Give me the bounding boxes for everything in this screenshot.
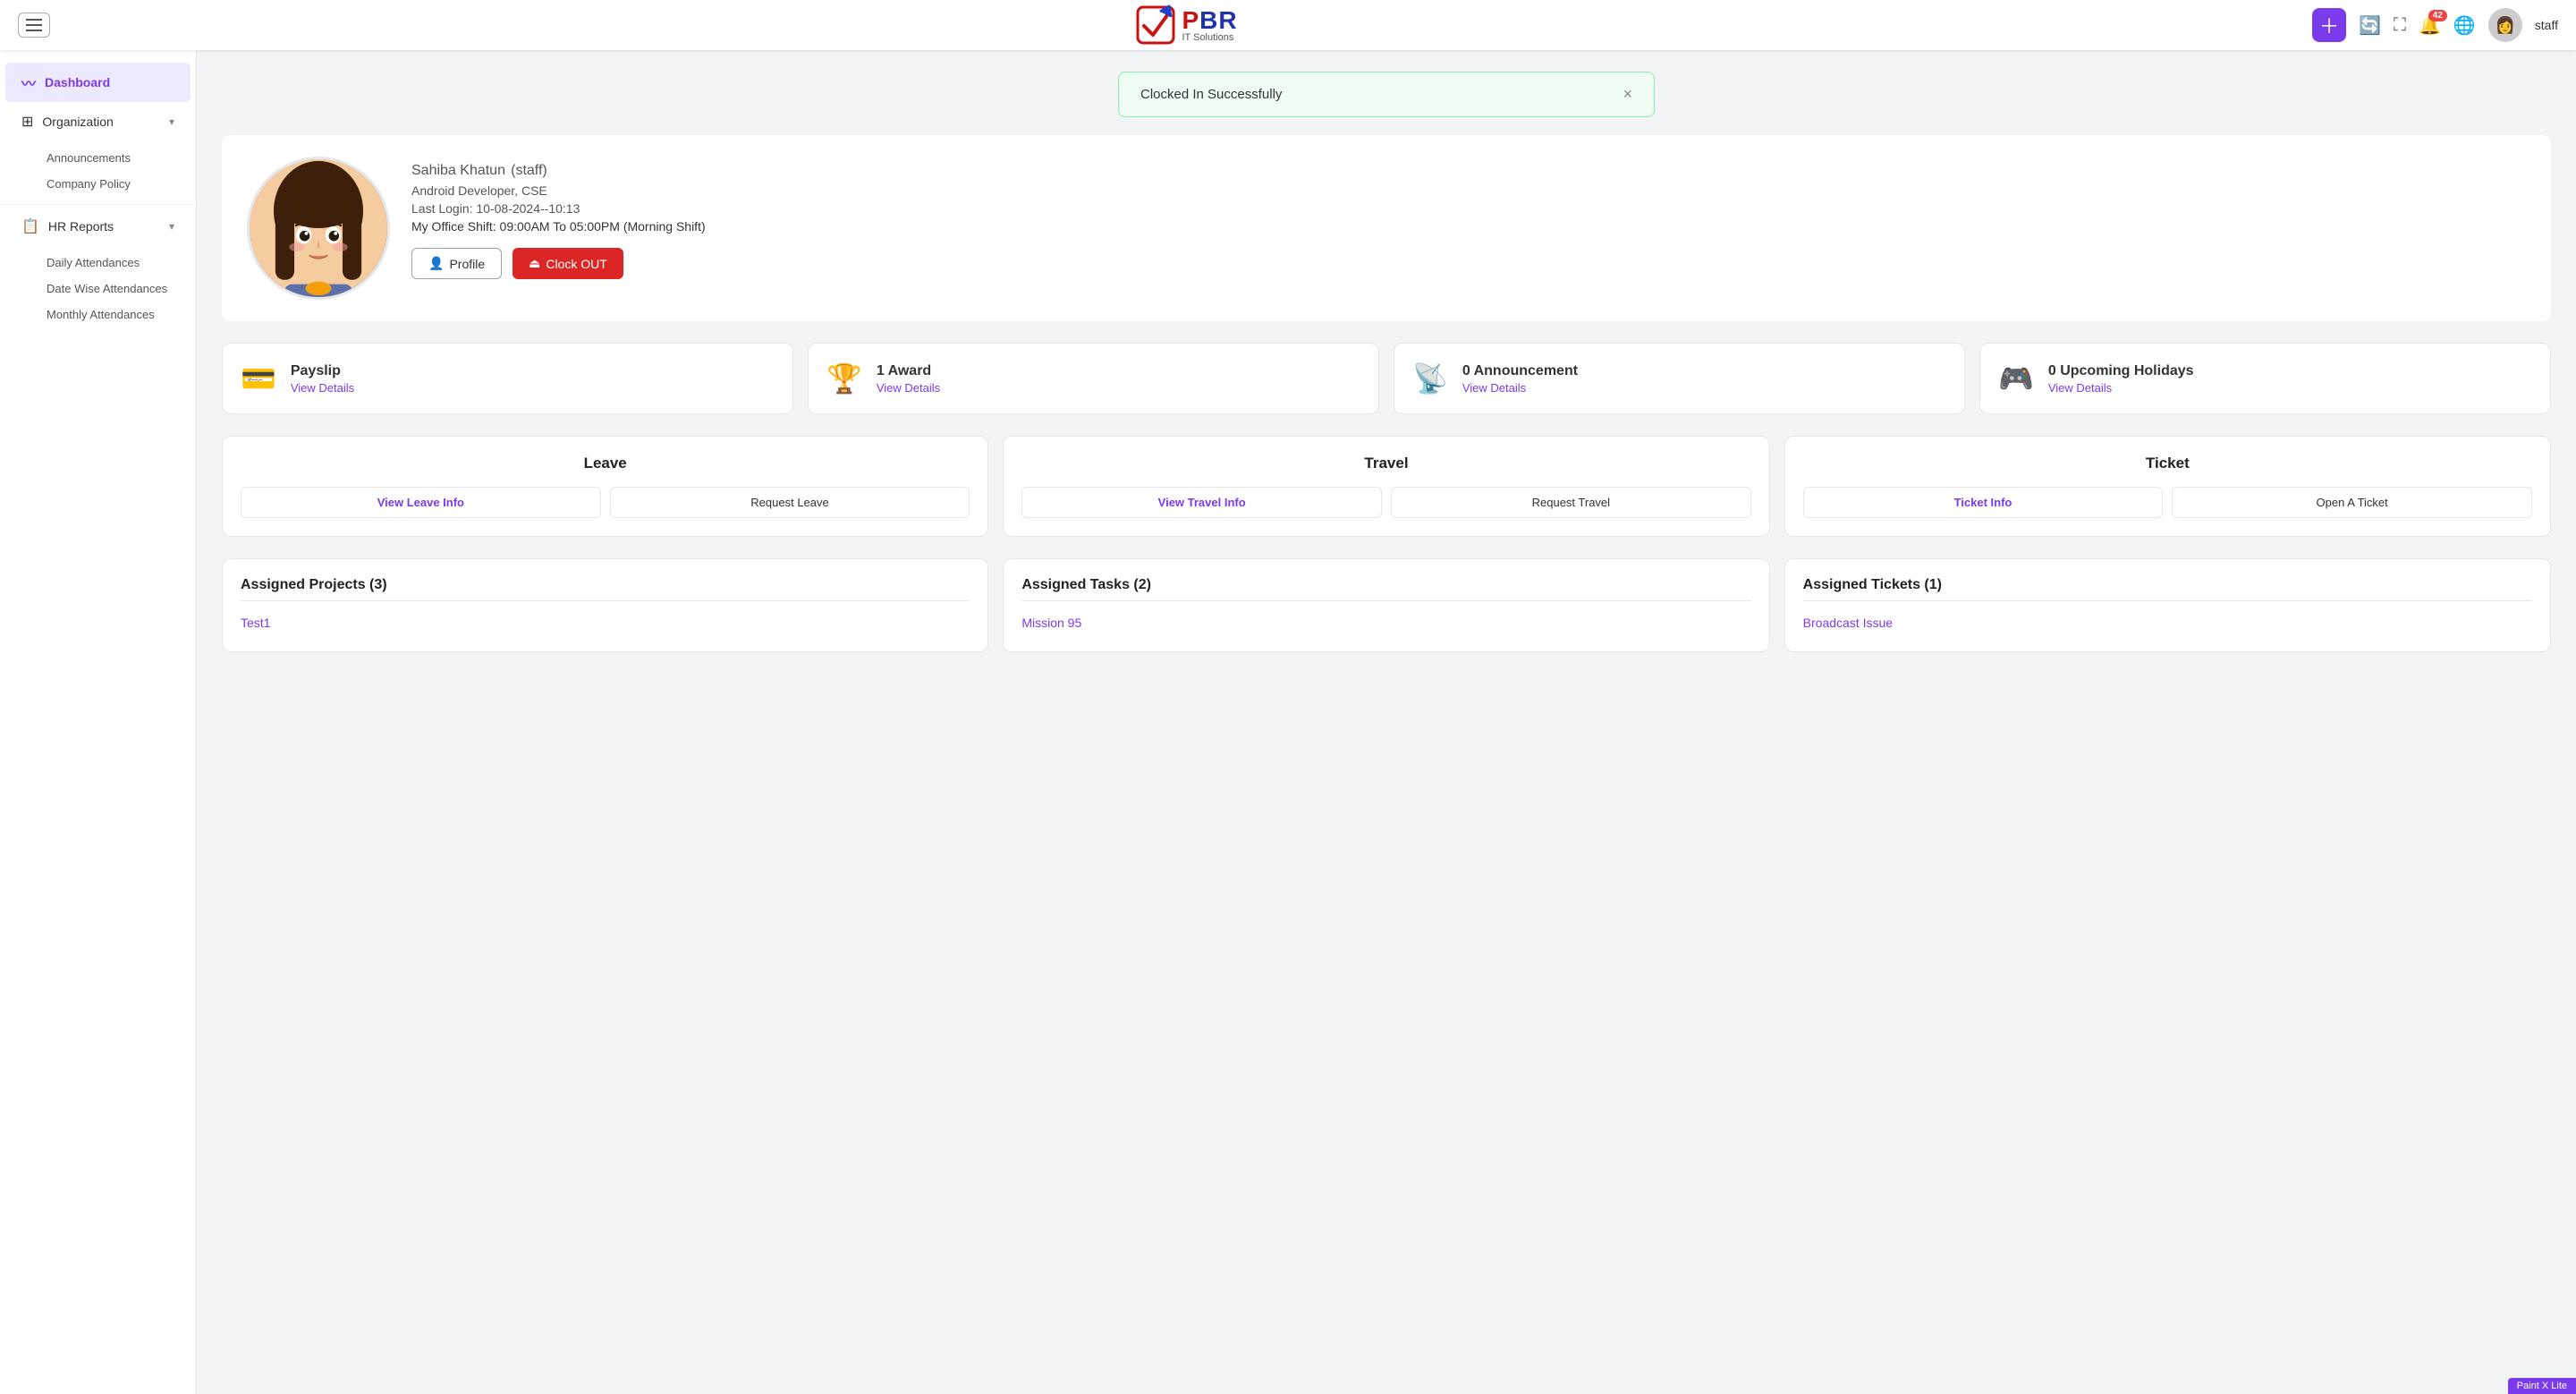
toast-notification: Clocked In Successfully × [1118,72,1655,117]
stat-card-payslip: 💳 Payslip View Details [222,343,793,414]
clockout-button[interactable]: ⏏ Clock OUT [513,248,623,279]
logo-icon [1135,4,1176,46]
action-title-travel: Travel [1021,455,1750,472]
stat-link-award[interactable]: View Details [877,381,940,395]
dashboard-icon: 〰 [21,72,36,93]
sidebar-label-dashboard: Dashboard [45,75,110,89]
stat-label-award: 1 Award [877,363,940,379]
action-btn1-ticket[interactable]: Ticket Info [1803,487,2164,518]
main-content: Clocked In Successfully × [197,50,2576,1394]
expand-button[interactable]: ⛶ [2394,15,2406,36]
stat-link-holiday[interactable]: View Details [2048,381,2194,395]
profile-department: Android Developer, CSE [411,183,2526,198]
stat-label-payslip: Payslip [291,363,354,379]
action-btns-travel: View Travel Info Request Travel [1021,487,1750,518]
notification-badge: 42 [2428,10,2447,21]
profile-info: Sahiba Khatun (staff) Android Developer,… [411,157,2526,279]
sidebar-item-daily-attendances[interactable]: Daily Attendances [38,250,196,276]
profile-avatar [247,157,390,300]
sidebar-item-company-policy[interactable]: Company Policy [38,171,196,197]
sidebar-item-organization[interactable]: ⊞ Organization ▾ [5,104,191,140]
stat-card-announcement: 📡 0 Announcement View Details [1394,343,1965,414]
organization-submenu: Announcements Company Policy [0,141,196,200]
logo-text: PBR IT Solutions [1182,8,1237,43]
organization-icon: ⊞ [21,113,33,131]
username-label: staff [2535,18,2558,32]
globe-button[interactable]: 🌐 [2453,14,2476,37]
action-btns-ticket: Ticket Info Open A Ticket [1803,487,2532,518]
profile-actions: 👤 Profile ⏏ Clock OUT [411,248,2526,279]
sidebar-item-announcements[interactable]: Announcements [38,145,196,171]
avatar[interactable]: 👩 [2488,8,2522,42]
profile-icon: 👤 [428,256,444,271]
sidebar-item-monthly[interactable]: Monthly Attendances [38,302,196,327]
assigned-card-tickets: Assigned Tickets (1) Broadcast Issue [1784,558,2551,652]
toast-close-button[interactable]: × [1623,85,1632,104]
action-btn2-travel[interactable]: Request Travel [1391,487,1751,518]
assigned-card-projects: Assigned Projects (3) Test1 [222,558,988,652]
profile-section: Sahiba Khatun (staff) Android Developer,… [222,135,2551,321]
action-title-ticket: Ticket [1803,455,2532,472]
stat-link-payslip[interactable]: View Details [291,381,354,395]
sidebar-label-organization: Organization [42,115,113,129]
sidebar-divider [0,204,196,205]
assigned-card-tasks: Assigned Tasks (2) Mission 95 [1003,558,1769,652]
sidebar-label-hr-reports: HR Reports [48,219,114,234]
hr-reports-icon: 📋 [21,217,39,235]
refresh-button[interactable]: 🔄 [2359,14,2381,37]
assigned-title-projects: Assigned Projects (3) [241,577,970,601]
profile-last-login: Last Login: 10-08-2024--10:13 [411,201,2526,216]
notifications-button[interactable]: 🔔 42 [2419,14,2441,37]
topnav-right: ＋ 🔄 ⛶ 🔔 42 🌐 👩 staff [2312,8,2558,42]
assigned-item[interactable]: Mission 95 [1021,612,1750,633]
assigned-row: Assigned Projects (3) Test1 Assigned Tas… [222,558,2551,652]
stat-label-holiday: 0 Upcoming Holidays [2048,363,2194,379]
paintx-label: Paint X Lite [2508,1378,2576,1394]
stat-icon-announcement: 📡 [1412,361,1448,395]
clockout-icon: ⏏ [529,256,540,271]
add-button[interactable]: ＋ [2312,8,2346,42]
profile-shift: My Office Shift: 09:00AM To 05:00PM (Mor… [411,219,2526,234]
action-row: Leave View Leave Info Request Leave Trav… [222,436,2551,537]
hr-reports-submenu: Daily Attendances Date Wise Attendances … [0,246,196,331]
stat-label-announcement: 0 Announcement [1462,363,1578,379]
stat-card-award: 🏆 1 Award View Details [808,343,1379,414]
action-card-leave: Leave View Leave Info Request Leave [222,436,988,537]
stat-icon-payslip: 💳 [241,361,276,395]
layout: 〰 Dashboard ⊞ Organization ▾ Announcemen… [0,50,2576,1394]
profile-button[interactable]: 👤 Profile [411,248,502,279]
assigned-title-tasks: Assigned Tasks (2) [1021,577,1750,601]
chevron-down-icon: ▾ [169,115,174,128]
stats-row: 💳 Payslip View Details 🏆 1 Award View De… [222,343,2551,414]
assigned-item[interactable]: Test1 [241,612,970,633]
action-btns-leave: View Leave Info Request Leave [241,487,970,518]
action-btn2-leave[interactable]: Request Leave [610,487,970,518]
topnav: PBR IT Solutions ＋ 🔄 ⛶ 🔔 42 🌐 👩 staff [0,0,2576,50]
sidebar-item-hr-reports[interactable]: 📋 HR Reports ▾ [5,208,191,244]
action-btn1-leave[interactable]: View Leave Info [241,487,601,518]
stat-icon-award: 🏆 [826,361,862,395]
action-card-travel: Travel View Travel Info Request Travel [1003,436,1769,537]
stat-card-holiday: 🎮 0 Upcoming Holidays View Details [1979,343,2551,414]
action-card-ticket: Ticket Ticket Info Open A Ticket [1784,436,2551,537]
chevron-down-icon-hr: ▾ [169,220,174,233]
stat-link-announcement[interactable]: View Details [1462,381,1578,395]
assigned-item[interactable]: Broadcast Issue [1803,612,2532,633]
hamburger-button[interactable] [18,13,50,38]
sidebar: 〰 Dashboard ⊞ Organization ▾ Announcemen… [0,50,197,1394]
profile-name: Sahiba Khatun (staff) [411,157,2526,180]
assigned-title-tickets: Assigned Tickets (1) [1803,577,2532,601]
toast-message: Clocked In Successfully [1140,87,1282,102]
stat-icon-holiday: 🎮 [1998,361,2034,395]
sidebar-item-dashboard[interactable]: 〰 Dashboard [5,63,191,102]
action-btn2-ticket[interactable]: Open A Ticket [2172,487,2532,518]
action-title-leave: Leave [241,455,970,472]
sidebar-item-date-wise[interactable]: Date Wise Attendances [38,276,196,302]
logo-area: PBR IT Solutions [61,4,2312,46]
action-btn1-travel[interactable]: View Travel Info [1021,487,1382,518]
